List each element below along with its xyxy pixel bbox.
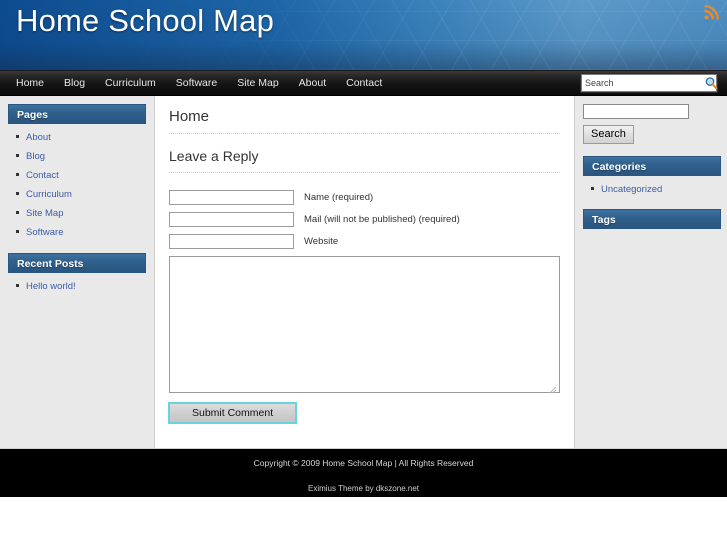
nav-link-contact[interactable]: Contact bbox=[336, 71, 392, 95]
widget-tags: Tags bbox=[583, 209, 721, 229]
pages-link-blog[interactable]: Blog bbox=[26, 151, 45, 162]
sidebar-search-input[interactable] bbox=[583, 104, 689, 119]
widget-title-recent-posts: Recent Posts bbox=[8, 253, 146, 273]
list-item[interactable]: Curriculum bbox=[14, 187, 146, 201]
header-search-input[interactable] bbox=[582, 76, 704, 90]
page-title: Home bbox=[169, 108, 560, 134]
pages-list: About Blog Contact Curriculum Site Map S… bbox=[8, 130, 146, 239]
nav-item-curriculum[interactable]: Curriculum bbox=[95, 71, 166, 95]
list-item[interactable]: Contact bbox=[14, 168, 146, 182]
widget-title-tags: Tags bbox=[583, 209, 721, 229]
nav-item-site-map[interactable]: Site Map bbox=[227, 71, 288, 95]
pages-link-about[interactable]: About bbox=[26, 132, 51, 143]
footer-copyright: Copyright © 2009 Home School Map | All R… bbox=[253, 458, 474, 468]
site-header: Home School Map bbox=[0, 0, 727, 71]
mail-field[interactable] bbox=[169, 212, 294, 227]
nav-link-site-map[interactable]: Site Map bbox=[227, 71, 288, 95]
nav-item-contact[interactable]: Contact bbox=[336, 71, 392, 95]
rss-icon[interactable] bbox=[704, 5, 719, 20]
nav-link-home[interactable]: Home bbox=[6, 71, 54, 95]
left-sidebar: Pages About Blog Contact Curriculum Site… bbox=[0, 96, 154, 448]
main-content: Home Leave a Reply Name (required) Mail … bbox=[154, 96, 575, 448]
widget-title-pages: Pages bbox=[8, 104, 146, 124]
footer-theme-credit: Eximius Theme by dkszone.net bbox=[307, 484, 419, 493]
field-row-name: Name (required) bbox=[169, 190, 560, 205]
nav-item-blog[interactable]: Blog bbox=[54, 71, 95, 95]
leave-a-reply-heading: Leave a Reply bbox=[169, 148, 560, 173]
website-field-label: Website bbox=[304, 235, 339, 247]
nav-link-curriculum[interactable]: Curriculum bbox=[95, 71, 166, 95]
sidebar-search-widget: Search bbox=[583, 104, 721, 144]
name-field[interactable] bbox=[169, 190, 294, 205]
nav-item-home[interactable]: Home bbox=[6, 71, 54, 95]
content-columns: Pages About Blog Contact Curriculum Site… bbox=[0, 96, 727, 449]
right-sidebar: Search Categories Uncategorized Tags bbox=[575, 96, 727, 448]
list-item[interactable]: About bbox=[14, 130, 146, 144]
widget-categories: Categories Uncategorized bbox=[583, 156, 721, 196]
comment-textarea[interactable] bbox=[169, 256, 560, 393]
comment-textarea-wrap bbox=[169, 256, 560, 394]
main-navigation-bar: Home Blog Curriculum Software Site Map A… bbox=[0, 71, 727, 96]
nav-item-about[interactable]: About bbox=[289, 71, 336, 95]
submit-comment-button[interactable]: Submit Comment bbox=[167, 402, 298, 424]
page-root: Home School Map Home Blog Curriculum Sof… bbox=[0, 0, 727, 545]
field-row-mail: Mail (will not be published) (required) bbox=[169, 212, 560, 227]
pages-link-software[interactable]: Software bbox=[26, 227, 64, 238]
pages-link-site-map[interactable]: Site Map bbox=[26, 208, 64, 219]
nav-item-software[interactable]: Software bbox=[166, 71, 227, 95]
nav-link-about[interactable]: About bbox=[289, 71, 336, 95]
comment-form: Name (required) Mail (will not be publis… bbox=[167, 180, 560, 424]
pages-link-curriculum[interactable]: Curriculum bbox=[26, 189, 72, 200]
magnifier-icon[interactable] bbox=[704, 76, 718, 90]
category-link-uncategorized[interactable]: Uncategorized bbox=[601, 184, 662, 195]
list-item[interactable]: Uncategorized bbox=[589, 182, 721, 196]
list-item[interactable]: Blog bbox=[14, 149, 146, 163]
name-field-label: Name (required) bbox=[304, 191, 374, 203]
widget-recent-posts: Recent Posts Hello world! bbox=[8, 253, 146, 293]
nav-link-blog[interactable]: Blog bbox=[54, 71, 95, 95]
site-footer: Copyright © 2009 Home School Map | All R… bbox=[0, 449, 727, 497]
sidebar-search-button[interactable]: Search bbox=[583, 125, 634, 144]
nav-list: Home Blog Curriculum Software Site Map A… bbox=[0, 71, 392, 95]
list-item[interactable]: Software bbox=[14, 225, 146, 239]
header-search-box[interactable] bbox=[581, 74, 718, 92]
mail-field-label: Mail (will not be published) (required) bbox=[304, 213, 460, 225]
list-item[interactable]: Site Map bbox=[14, 206, 146, 220]
field-row-website: Website bbox=[169, 234, 560, 249]
widget-pages: Pages About Blog Contact Curriculum Site… bbox=[8, 104, 146, 239]
nav-link-software[interactable]: Software bbox=[166, 71, 227, 95]
pages-link-contact[interactable]: Contact bbox=[26, 170, 59, 181]
list-item[interactable]: Hello world! bbox=[14, 279, 146, 293]
website-field[interactable] bbox=[169, 234, 294, 249]
widget-title-categories: Categories bbox=[583, 156, 721, 176]
site-title: Home School Map bbox=[16, 3, 275, 38]
categories-list: Uncategorized bbox=[583, 182, 721, 196]
recent-post-link-hello-world[interactable]: Hello world! bbox=[26, 281, 76, 292]
recent-posts-list: Hello world! bbox=[8, 279, 146, 293]
